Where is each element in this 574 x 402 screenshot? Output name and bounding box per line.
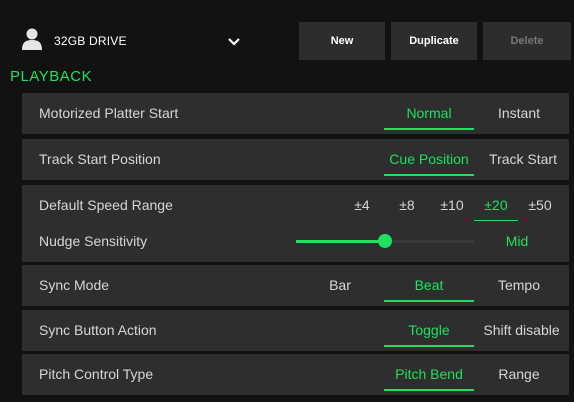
option-cue-position[interactable]: Cue Position — [384, 151, 474, 167]
selected-underline — [384, 300, 474, 302]
top-bar: 32GB DRIVE New Duplicate Delete — [0, 0, 574, 64]
chevron-down-icon[interactable] — [226, 34, 242, 50]
drive-label: 32GB DRIVE — [54, 34, 127, 48]
option-normal[interactable]: Normal — [384, 105, 474, 121]
option-range-8[interactable]: ±8 — [389, 197, 425, 213]
option-pitch-bend[interactable]: Pitch Bend — [384, 366, 474, 382]
setting-row-pitch-control: Pitch Control Type Pitch Bend Range — [22, 354, 569, 395]
setting-label: Motorized Platter Start — [39, 105, 179, 121]
selected-underline — [384, 128, 474, 130]
slider-handle[interactable] — [378, 234, 392, 248]
nudge-value-label: Mid — [505, 233, 529, 249]
option-range-50[interactable]: ±50 — [520, 197, 560, 213]
new-button[interactable]: New — [299, 22, 385, 60]
selected-underline — [384, 389, 474, 391]
setting-label: Sync Button Action — [39, 322, 157, 338]
option-bar[interactable]: Bar — [302, 277, 378, 293]
option-tempo[interactable]: Tempo — [474, 277, 564, 293]
option-track-start[interactable]: Track Start — [478, 151, 568, 167]
option-shift-disable[interactable]: Shift disable — [474, 322, 569, 338]
setting-row-sync-button: Sync Button Action Toggle Shift disable — [22, 310, 569, 351]
selected-underline — [384, 174, 474, 176]
setting-row-platter-start: Motorized Platter Start Normal Instant — [22, 93, 569, 134]
setting-label: Default Speed Range — [39, 197, 173, 213]
setting-row-nudge: Nudge Sensitivity Mid — [22, 221, 569, 262]
option-range-20[interactable]: ±20 — [476, 197, 516, 213]
option-beat[interactable]: Beat — [384, 277, 474, 293]
option-instant[interactable]: Instant — [474, 105, 564, 121]
setting-row-sync-mode: Sync Mode Bar Beat Tempo — [22, 265, 569, 306]
option-range[interactable]: Range — [474, 366, 564, 382]
section-title: PLAYBACK — [10, 68, 93, 85]
setting-label: Pitch Control Type — [39, 366, 154, 382]
drive-selector[interactable]: 32GB DRIVE — [12, 20, 256, 64]
option-range-10[interactable]: ±10 — [432, 197, 472, 213]
duplicate-button[interactable]: Duplicate — [391, 22, 477, 60]
setting-row-speed-range: Default Speed Range ±4 ±8 ±10 ±20 ±50 — [22, 185, 569, 226]
selected-underline — [384, 345, 474, 347]
delete-button[interactable]: Delete — [483, 22, 571, 60]
slider-fill — [296, 240, 385, 243]
setting-label: Nudge Sensitivity — [39, 233, 148, 249]
setting-label: Track Start Position — [39, 151, 161, 167]
option-range-4[interactable]: ±4 — [344, 197, 380, 213]
option-toggle[interactable]: Toggle — [384, 322, 474, 338]
user-icon — [22, 28, 42, 50]
setting-label: Sync Mode — [39, 277, 110, 293]
setting-row-track-start: Track Start Position Cue Position Track … — [22, 139, 569, 180]
